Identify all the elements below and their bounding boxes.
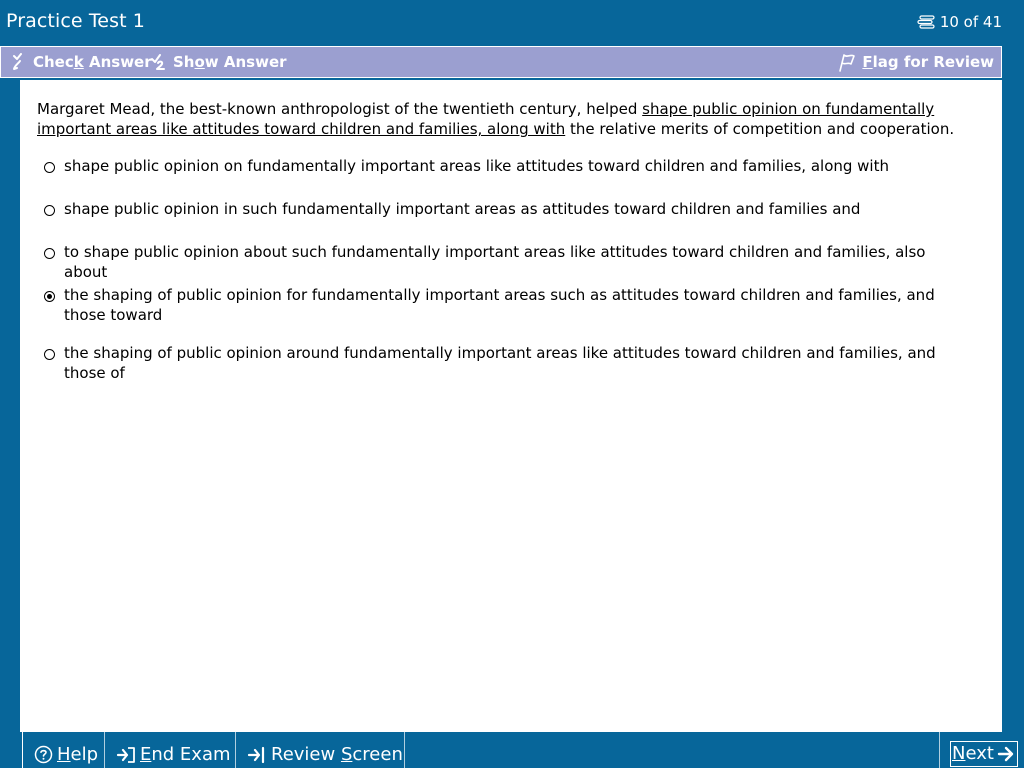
question-panel: Margaret Mead, the best-known anthropolo… [20,80,1002,732]
check-answer-icon [11,53,28,71]
show-answer-icon [150,53,168,71]
title-bar: Practice Test 1 10 of 41 [0,0,1024,44]
list-icon [917,15,935,29]
review-screen-label: Review Screen [271,744,403,765]
progress-text: 10 of 41 [939,13,1002,31]
answer-option-d[interactable]: the shaping of public opinion for fundam… [44,285,944,325]
review-screen-icon [247,746,267,764]
show-answer-button[interactable]: Show Answer [150,47,287,77]
end-exam-icon [116,746,136,764]
next-arrow-icon [997,745,1015,763]
flag-for-review-button[interactable]: Flag for Review [837,47,994,77]
radio-button[interactable] [44,205,55,216]
radio-button[interactable] [44,162,55,173]
answer-option-b[interactable]: shape public opinion in such fundamental… [44,199,944,219]
answer-option-text: shape public opinion in such fundamental… [64,200,861,218]
bottom-navigation-bar: Help End Exam Review Screen Next [0,732,1024,768]
radio-button[interactable] [44,349,55,360]
help-icon [34,745,53,764]
question-progress: 10 of 41 [917,13,1002,31]
stem-text-before: Margaret Mead, the best-known anthropolo… [37,100,643,118]
stem-text-after: the relative merits of competition and c… [565,120,955,138]
answer-option-e[interactable]: the shaping of public opinion around fun… [44,343,944,383]
answer-option-text: shape public opinion on fundamentally im… [64,157,889,175]
next-button[interactable]: Next [939,732,1024,768]
answer-option-a[interactable]: shape public opinion on fundamentally im… [44,156,944,176]
flag-for-review-label: Flag for Review [862,53,994,71]
radio-button[interactable] [44,291,55,302]
show-answer-label: Show Answer [173,53,287,71]
toolbar: Check Answer Show Answer Flag for Review [0,46,1002,78]
end-exam-label: End Exam [140,744,231,765]
question-stem: Margaret Mead, the best-known anthropolo… [37,99,967,139]
check-answer-label: Check Answer [33,53,152,71]
answer-option-text: the shaping of public opinion around fun… [64,344,936,382]
next-label: Next [952,743,994,764]
help-button[interactable]: Help [22,732,105,768]
flag-icon [837,52,857,72]
end-exam-button[interactable]: End Exam [106,732,236,768]
answer-option-text: to shape public opinion about such funda… [64,243,926,281]
app-title: Practice Test 1 [6,10,145,32]
right-frame [1002,46,1024,732]
help-label: Help [57,744,99,765]
left-frame [0,80,20,732]
check-answer-button[interactable]: Check Answer [11,47,152,77]
radio-button[interactable] [44,248,55,259]
answer-option-c[interactable]: to shape public opinion about such funda… [44,242,944,282]
review-screen-button[interactable]: Review Screen [237,732,405,768]
answer-option-text: the shaping of public opinion for fundam… [64,286,935,324]
next-button-frame: Next [950,740,1018,767]
